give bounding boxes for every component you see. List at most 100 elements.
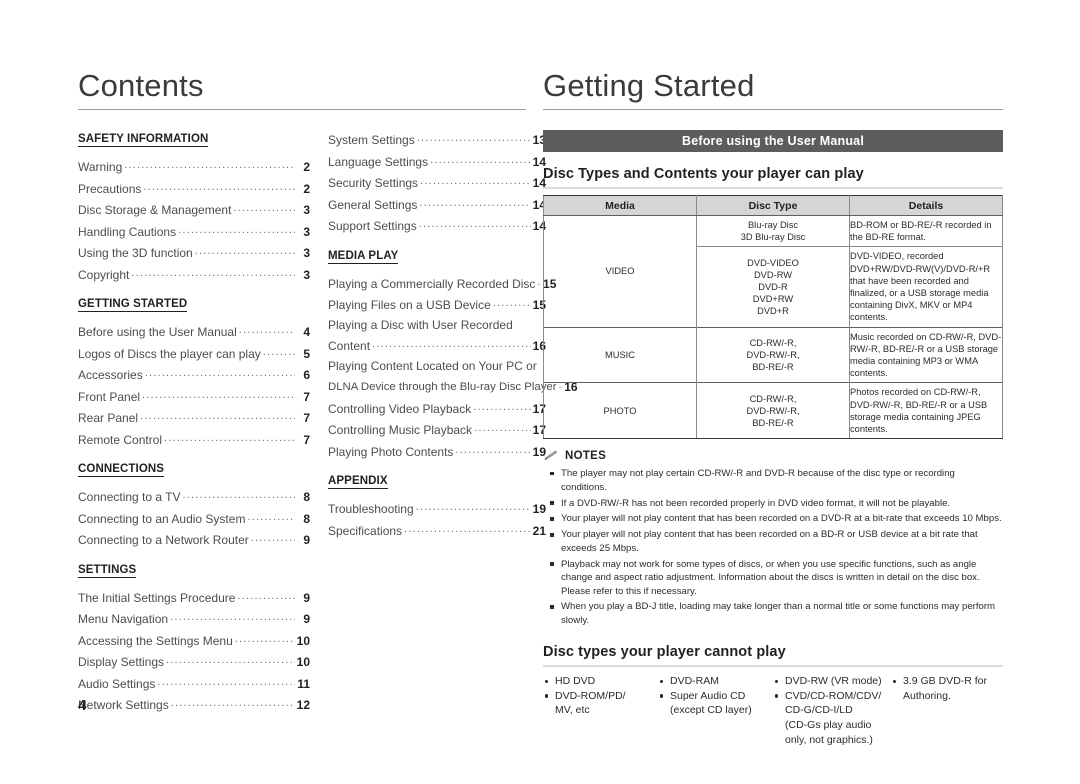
toc-leader: ........................................… [473, 400, 531, 413]
cannot-play-item: DVD-RW (VR mode) [773, 674, 891, 689]
toc-entry[interactable]: Content.................................… [328, 335, 546, 357]
toc-leader: ........................................… [234, 632, 295, 645]
toc-entry[interactable]: Playing Content Located on Your PC or [328, 357, 546, 377]
toc-heading-settings: SETTINGS [78, 563, 137, 578]
toc-entry[interactable]: Before using the User Manual............… [78, 321, 310, 343]
toc-entry[interactable]: Troubleshooting.........................… [328, 498, 546, 520]
note-item: The player may not play certain CD-RW/-R… [543, 467, 1003, 494]
cell-disc-type: DVD-VIDEO DVD-RW DVD-R DVD+RW DVD+R [696, 246, 850, 328]
toc-entry[interactable]: DLNA Device through the Blu-ray Disc Pla… [328, 376, 578, 398]
toc-heading-getting-started: GETTING STARTED [78, 298, 188, 312]
toc-entry-label: Network Settings [78, 698, 169, 712]
toc-leader: ........................................… [170, 697, 295, 709]
toc-page-number: 3 [303, 267, 310, 282]
toc-entry[interactable]: Logos of Discs the player can play......… [78, 343, 310, 365]
toc-entry-label: Warning [78, 160, 123, 174]
toc-entry[interactable]: Network Settings........................… [78, 694, 310, 716]
cell-media: PHOTO [543, 382, 697, 440]
toc-entry[interactable]: Playing a Disc with User Recorded [328, 316, 546, 336]
column-header-details: Details [849, 195, 1003, 216]
cannot-play-column-3: DVD-RW (VR mode) CVD/CD-ROM/CDV/ CD-G/CD… [773, 674, 891, 747]
notes-header: NOTES [543, 450, 1003, 462]
cell-details: Photos recorded on CD-RW/-R, DVD-RW/-R, … [849, 382, 1003, 440]
toc-entry[interactable]: Connecting to a Network Router..........… [78, 529, 310, 551]
toc-entry[interactable]: Security Settings.......................… [328, 172, 546, 194]
toc-entry[interactable]: Playing a Commercially Recorded Disc....… [328, 273, 556, 295]
toc-entry-label: Playing a Commercially Recorded Disc [328, 276, 536, 291]
toc-entry[interactable]: Handling Cautions.......................… [78, 221, 310, 243]
toc-page-number: 2 [303, 160, 310, 174]
cell-details: BD-ROM or BD-RE/-R recorded in the BD-RE… [849, 215, 1003, 247]
cannot-play-item: DVD-RAM [658, 674, 773, 689]
cell-disc-type: CD-RW/-R, DVD-RW/-R, BD-RE/-R [696, 326, 850, 383]
cannot-play-item-text: DVD-RW (VR mode) [785, 675, 882, 688]
toc-entry[interactable]: Copyright...............................… [78, 264, 310, 286]
toc-entry[interactable]: Specifications..........................… [328, 520, 546, 542]
toc-entry[interactable]: Language Settings.......................… [328, 151, 546, 173]
toc-entry[interactable]: System Settings.........................… [328, 129, 546, 151]
toc-page-number: 3 [303, 203, 310, 217]
toc-entry[interactable]: Disc Storage & Management...............… [78, 199, 310, 221]
toc-page-number: 6 [303, 368, 310, 382]
toc-entry[interactable]: Connecting to a TV......................… [78, 486, 310, 508]
cannot-play-column-2: DVD-RAM Super Audio CD (except CD layer) [658, 674, 773, 747]
toc-entry-label-line2: Content [328, 339, 371, 353]
toc-entry[interactable]: Audio Settings..........................… [78, 673, 310, 695]
cannot-play-item-continuation: (except CD layer) [670, 704, 752, 717]
page-number-folio: 4 [78, 697, 87, 714]
toc-entry[interactable]: Front Panel.............................… [78, 386, 310, 408]
note-item: If a DVD-RW/-R has not been recorded pro… [543, 497, 1003, 510]
toc-entry-label: Front Panel [78, 389, 141, 404]
toc-entry-label: Specifications [328, 523, 403, 538]
cannot-play-column-1: HD DVD DVD-ROM/PD/ MV, etc [543, 674, 658, 747]
title-rule-left [78, 109, 526, 110]
toc-heading-connections: CONNECTIONS [78, 463, 165, 477]
toc-page-number: 7 [303, 389, 310, 404]
toc-entry-label: Accessing the Settings Menu [78, 633, 233, 648]
toc-entry[interactable]: Using the 3D function...................… [78, 242, 310, 264]
toc-entry-label: Copyright [78, 267, 130, 282]
cannot-play-rule [543, 665, 1003, 668]
toc-leader: ........................................… [455, 443, 531, 456]
toc-entry[interactable]: Controlling Video Playback..............… [328, 398, 546, 420]
cannot-play-item-text: Super Audio CD [670, 689, 746, 702]
toc-leader: ........................................… [250, 532, 295, 544]
toc-entry[interactable]: Rear Panel..............................… [78, 407, 310, 429]
toc-entry[interactable]: Controlling Music Playback..............… [328, 419, 546, 441]
toc-entry-label: The Initial Settings Procedure [78, 590, 236, 605]
toc-entry-label: Logos of Discs the player can play [78, 346, 261, 361]
table-row: MUSIC CD-RW/-R, DVD-RW/-R, BD-RE/-R Musi… [543, 326, 1003, 383]
toc-entry[interactable]: Remote Control..........................… [78, 429, 310, 451]
cell-details: DVD-VIDEO, recorded DVD+RW/DVD-RW(V)/DVD… [849, 246, 1003, 328]
toc-heading-appendix: APPENDIX [328, 475, 388, 489]
toc-leader: ........................................… [164, 431, 295, 444]
toc-page-number: 4 [303, 325, 310, 339]
toc-entry[interactable]: Accessories.............................… [78, 364, 310, 386]
toc-entry[interactable]: Display Settings........................… [78, 651, 310, 673]
cannot-play-item-continuation: MV, etc [555, 704, 590, 717]
toc-leader: ........................................… [492, 297, 531, 309]
toc-entry[interactable]: Connecting to an Audio System...........… [78, 508, 310, 530]
table-header-row: Media Disc Type Details [543, 195, 1003, 216]
page-title-contents: Contents [78, 68, 204, 103]
toc-entry[interactable]: Support Settings........................… [328, 215, 546, 237]
toc-entry[interactable]: Precautions.............................… [78, 178, 310, 200]
heading-rule [543, 187, 1003, 189]
cannot-play-item: Super Audio CD (except CD layer) [658, 689, 773, 718]
toc-entry[interactable]: Menu Navigation.........................… [78, 608, 310, 630]
toc-entry[interactable]: Playing Files on a USB Device...........… [328, 294, 546, 316]
toc-leader: ........................................… [131, 266, 295, 279]
toc-column-1: SAFETY INFORMATION Warning..............… [78, 129, 310, 716]
toc-entry[interactable]: The Initial Settings Procedure..........… [78, 587, 310, 609]
toc-leader: ........................................… [144, 367, 295, 379]
toc-leader: ........................................… [143, 180, 295, 193]
manual-page: Contents SAFETY INFORMATION Warning.....… [0, 0, 1080, 784]
toc-entry[interactable]: Warning.................................… [78, 156, 310, 178]
toc-entry[interactable]: Playing Photo Contents..................… [328, 441, 546, 463]
toc-page-number: 7 [303, 411, 310, 425]
toc-leader: ........................................… [474, 422, 531, 434]
toc-entry[interactable]: Accessing the Settings Menu.............… [78, 630, 310, 652]
getting-started-page: Getting Started Before using the User Ma… [543, 68, 1003, 747]
toc-page-number: 9 [303, 590, 310, 605]
toc-entry[interactable]: General Settings........................… [328, 194, 546, 216]
